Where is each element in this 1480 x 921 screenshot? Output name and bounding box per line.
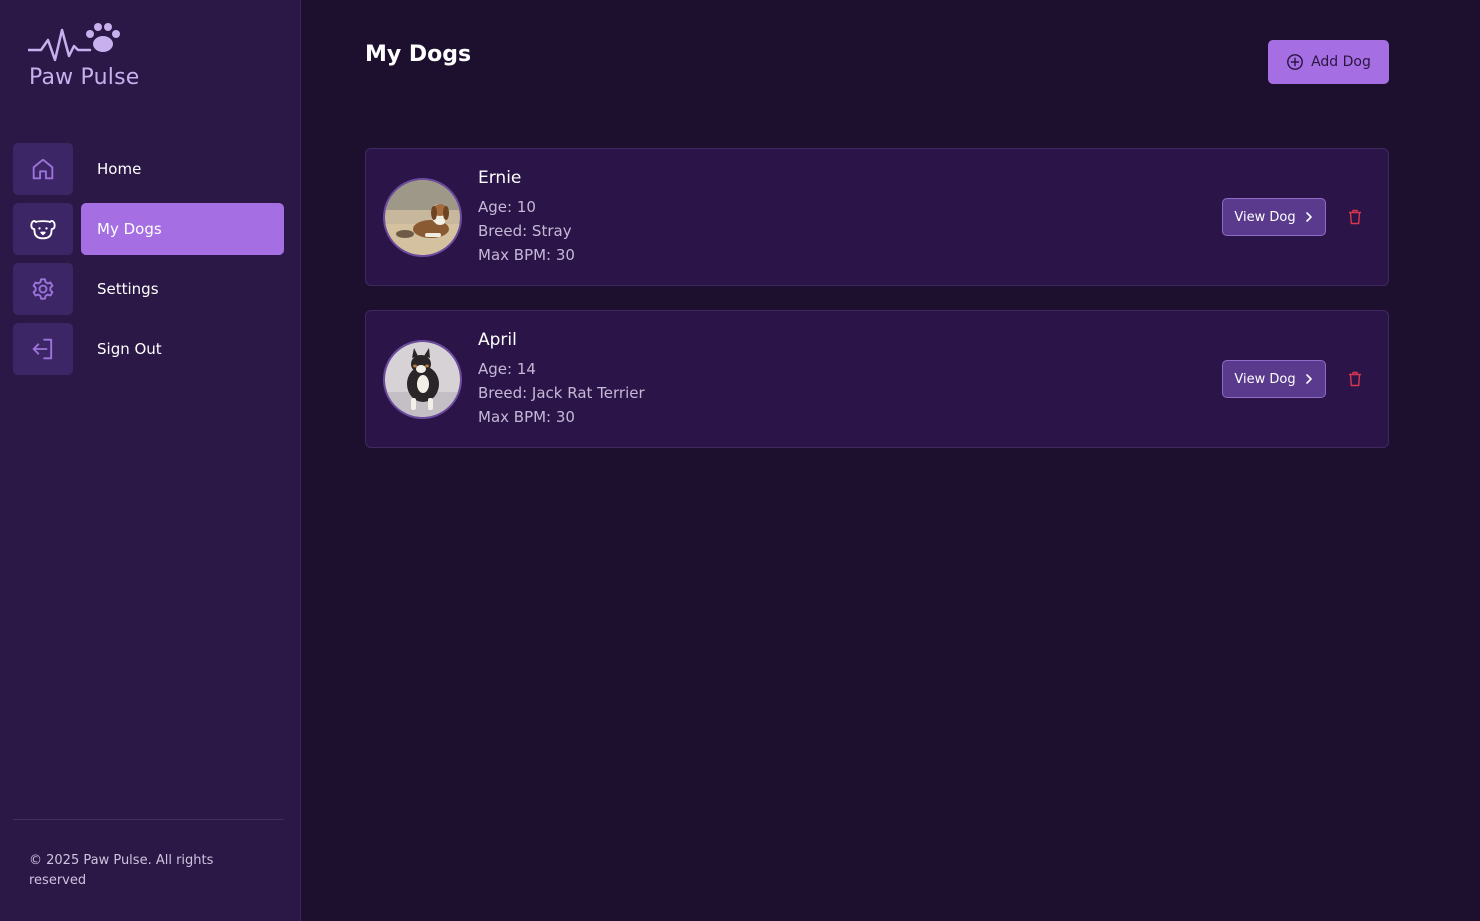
delete-dog-button[interactable] — [1346, 208, 1364, 226]
sidebar-nav: Home My Dogs Settings Sign Out — [13, 143, 284, 383]
trash-icon — [1349, 371, 1361, 387]
chevron-right-icon — [1305, 374, 1312, 384]
sidebar-item-label: Settings — [97, 280, 159, 298]
add-dog-label: Add Dog — [1311, 54, 1371, 70]
sidebar-item-label: Home — [97, 160, 142, 178]
dog-breed: Breed: Stray — [478, 222, 572, 240]
view-dog-label: View Dog — [1234, 371, 1296, 387]
sidebar-divider — [13, 819, 284, 820]
dog-age: Age: 14 — [478, 360, 536, 378]
dog-info: April Age: 14 Breed: Jack Rat Terrier Ma… — [478, 330, 645, 429]
dog-avatar[interactable] — [383, 340, 462, 419]
view-dog-button[interactable]: View Dog — [1222, 360, 1326, 398]
app-name: Paw Pulse — [29, 65, 140, 90]
add-dog-button[interactable]: Add Dog — [1268, 40, 1389, 84]
dog-max-bpm: Max BPM: 30 — [478, 408, 575, 426]
dog-name: Ernie — [478, 168, 522, 188]
dog-name: April — [478, 330, 517, 350]
view-dog-label: View Dog — [1234, 209, 1296, 225]
plus-circle-icon — [1287, 54, 1304, 70]
gear-icon — [13, 263, 73, 315]
chevron-right-icon — [1305, 212, 1312, 222]
dog-age: Age: 10 — [478, 198, 536, 216]
page-title: My Dogs — [365, 42, 472, 67]
dog-card-april: April Age: 14 Breed: Jack Rat Terrier Ma… — [365, 310, 1389, 448]
sidebar-item-my-dogs[interactable]: My Dogs — [13, 203, 284, 255]
sign-out-icon — [13, 323, 73, 375]
dog-info: Ernie Age: 10 Breed: Stray Max BPM: 30 — [478, 168, 575, 267]
copyright-footer: © 2025 Paw Pulse. All rights reserved — [29, 853, 214, 888]
heartbeat-paw-icon — [28, 23, 120, 62]
sidebar-item-label: My Dogs — [81, 203, 284, 255]
sidebar-item-sign-out[interactable]: Sign Out — [13, 323, 284, 375]
home-icon — [13, 143, 73, 195]
dog-max-bpm: Max BPM: 30 — [478, 246, 575, 264]
sidebar-item-home[interactable]: Home — [13, 143, 284, 195]
dog-card-ernie: Ernie Age: 10 Breed: Stray Max BPM: 30 V… — [365, 148, 1389, 286]
view-dog-button[interactable]: View Dog — [1222, 198, 1326, 236]
app-logo[interactable]: Paw Pulse — [28, 22, 158, 92]
sidebar-item-label: Sign Out — [97, 340, 162, 358]
dog-face-icon — [13, 203, 73, 255]
delete-dog-button[interactable] — [1346, 370, 1364, 388]
sidebar: Paw Pulse Home My Dogs Settings Sign Out… — [0, 0, 301, 921]
trash-icon — [1349, 209, 1361, 225]
dog-breed: Breed: Jack Rat Terrier — [478, 384, 645, 402]
dog-avatar[interactable] — [383, 178, 462, 257]
sidebar-item-settings[interactable]: Settings — [13, 263, 284, 315]
